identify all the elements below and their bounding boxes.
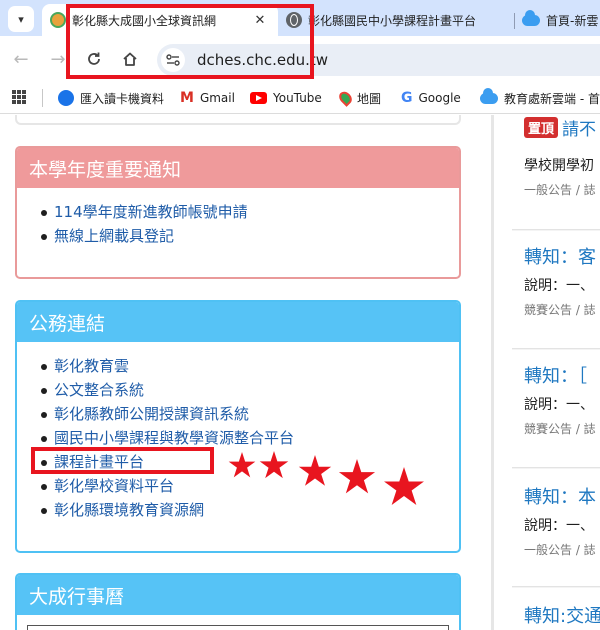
- notice-card-title: 本學年度重要通知: [17, 148, 459, 188]
- calendar-title: 大成行事曆: [17, 575, 459, 615]
- news-item[interactable]: 轉知：本 說明：一、 一般公告 / 誌: [512, 469, 600, 587]
- link-highlight-box: [31, 447, 214, 474]
- column-divider: [491, 115, 494, 630]
- star-icon: [259, 451, 289, 479]
- import-icon: [58, 90, 74, 106]
- news-title[interactable]: 轉知:交通: [524, 602, 600, 628]
- page-content: 本學年度重要通知 114學年度新進教師帳號申請 無線上網載具登記 公務連結 彰化…: [0, 115, 600, 630]
- bookmark-label: Gmail: [199, 91, 235, 105]
- news-item[interactable]: 轉知:交通: [512, 588, 600, 630]
- calendar-card: 大成行事曆: [15, 573, 461, 630]
- school-favicon-icon: [50, 12, 66, 28]
- tab-search-button[interactable]: ▾: [8, 6, 34, 32]
- bookmark-label: 地圖: [357, 91, 382, 106]
- tab-curriculum-platform[interactable]: 彰化縣國民中小學課程計畫平台: [280, 4, 512, 36]
- news-title[interactable]: 請不: [562, 115, 596, 140]
- news-meta: 競賽公告 / 誌: [524, 303, 596, 317]
- bookmark-google[interactable]: G Google: [401, 82, 461, 114]
- bookmark-label: YouTube: [273, 91, 322, 105]
- tab-title: 首頁-新雲: [546, 13, 599, 28]
- bookmark-label: 匯入讀卡機資料: [80, 91, 165, 106]
- news-meta: 競賽公告 / 誌: [524, 422, 596, 436]
- bookmark-import-card-reader[interactable]: 匯入讀卡機資料: [58, 82, 164, 114]
- official-link[interactable]: 彰化縣教師公開授課資訊系統: [41, 402, 459, 426]
- back-button[interactable]: ←: [8, 46, 34, 72]
- bookmark-label: 教育處新雲端 - 首頁: [504, 91, 600, 106]
- google-icon: G: [401, 90, 413, 106]
- arrow-left-icon: ←: [13, 48, 29, 70]
- cloud-icon: [522, 9, 540, 26]
- star-icon: [228, 452, 256, 478]
- news-meta: 一般公告 / 誌: [524, 183, 596, 197]
- news-item[interactable]: 轉知：客 說明：一、 競賽公告 / 誌: [512, 231, 600, 349]
- stars-annotation: [228, 451, 424, 505]
- star-icon: [384, 467, 424, 505]
- youtube-icon: [250, 92, 267, 104]
- star-icon: [338, 459, 376, 494]
- news-desc: 說明：一、: [524, 278, 594, 294]
- notice-link[interactable]: 無線上網載具登記: [41, 224, 459, 248]
- bookmark-youtube[interactable]: YouTube: [250, 82, 322, 114]
- calendar-grid[interactable]: [27, 625, 449, 630]
- gmail-icon: M: [180, 90, 194, 106]
- star-icon: [298, 455, 332, 486]
- previous-card-bottom: [15, 115, 461, 125]
- pinned-badge: 置頂: [524, 117, 559, 138]
- bookmark-divider: [42, 89, 43, 107]
- news-desc: 說明：一、: [524, 397, 594, 413]
- notice-card: 本學年度重要通知 114學年度新進教師帳號申請 無線上網載具登記: [15, 146, 461, 279]
- tab-divider: [514, 13, 515, 29]
- news-item[interactable]: 轉知：［ 說明：一、 競賽公告 / 誌: [512, 350, 600, 468]
- news-column: 置頂 請不 學校開學初 一般公告 / 誌 轉知：客 說明：一、 競賽公告 / 誌…: [512, 115, 600, 630]
- news-item-pinned[interactable]: 置頂 請不 學校開學初 一般公告 / 誌: [512, 115, 600, 230]
- official-links-title: 公務連結: [17, 302, 459, 342]
- news-desc: 學校開學初: [524, 158, 594, 174]
- bookmark-label: Google: [418, 91, 461, 105]
- official-link[interactable]: 公文整合系統: [41, 378, 459, 402]
- url-highlight-box: [66, 4, 314, 79]
- news-desc: 說明：一、: [524, 518, 594, 534]
- tab-title: 彰化縣國民中小學課程計畫平台: [308, 13, 477, 28]
- tab-cloud-home[interactable]: 首頁-新雲: [516, 4, 600, 36]
- news-title[interactable]: 轉知：本: [524, 483, 596, 509]
- maps-icon: [336, 89, 355, 107]
- bookmark-gmail[interactable]: M Gmail: [180, 82, 235, 114]
- arrow-right-icon: →: [50, 48, 66, 70]
- cloud-icon: [480, 87, 498, 104]
- apps-grid-icon[interactable]: [12, 90, 26, 104]
- official-link[interactable]: 彰化教育雲: [41, 354, 459, 378]
- news-title[interactable]: 轉知：客: [524, 243, 596, 269]
- bookmarks-bar: 匯入讀卡機資料 M Gmail YouTube 地圖 G Google 教育處新…: [0, 82, 600, 114]
- notice-link[interactable]: 114學年度新進教師帳號申請: [41, 200, 459, 224]
- bookmark-edu-cloud[interactable]: 教育處新雲端 - 首頁: [480, 82, 600, 114]
- bookmark-maps[interactable]: 地圖: [336, 82, 382, 114]
- chevron-down-icon: ▾: [18, 12, 24, 26]
- news-meta: 一般公告 / 誌: [524, 543, 596, 557]
- news-title[interactable]: 轉知：［: [524, 362, 587, 388]
